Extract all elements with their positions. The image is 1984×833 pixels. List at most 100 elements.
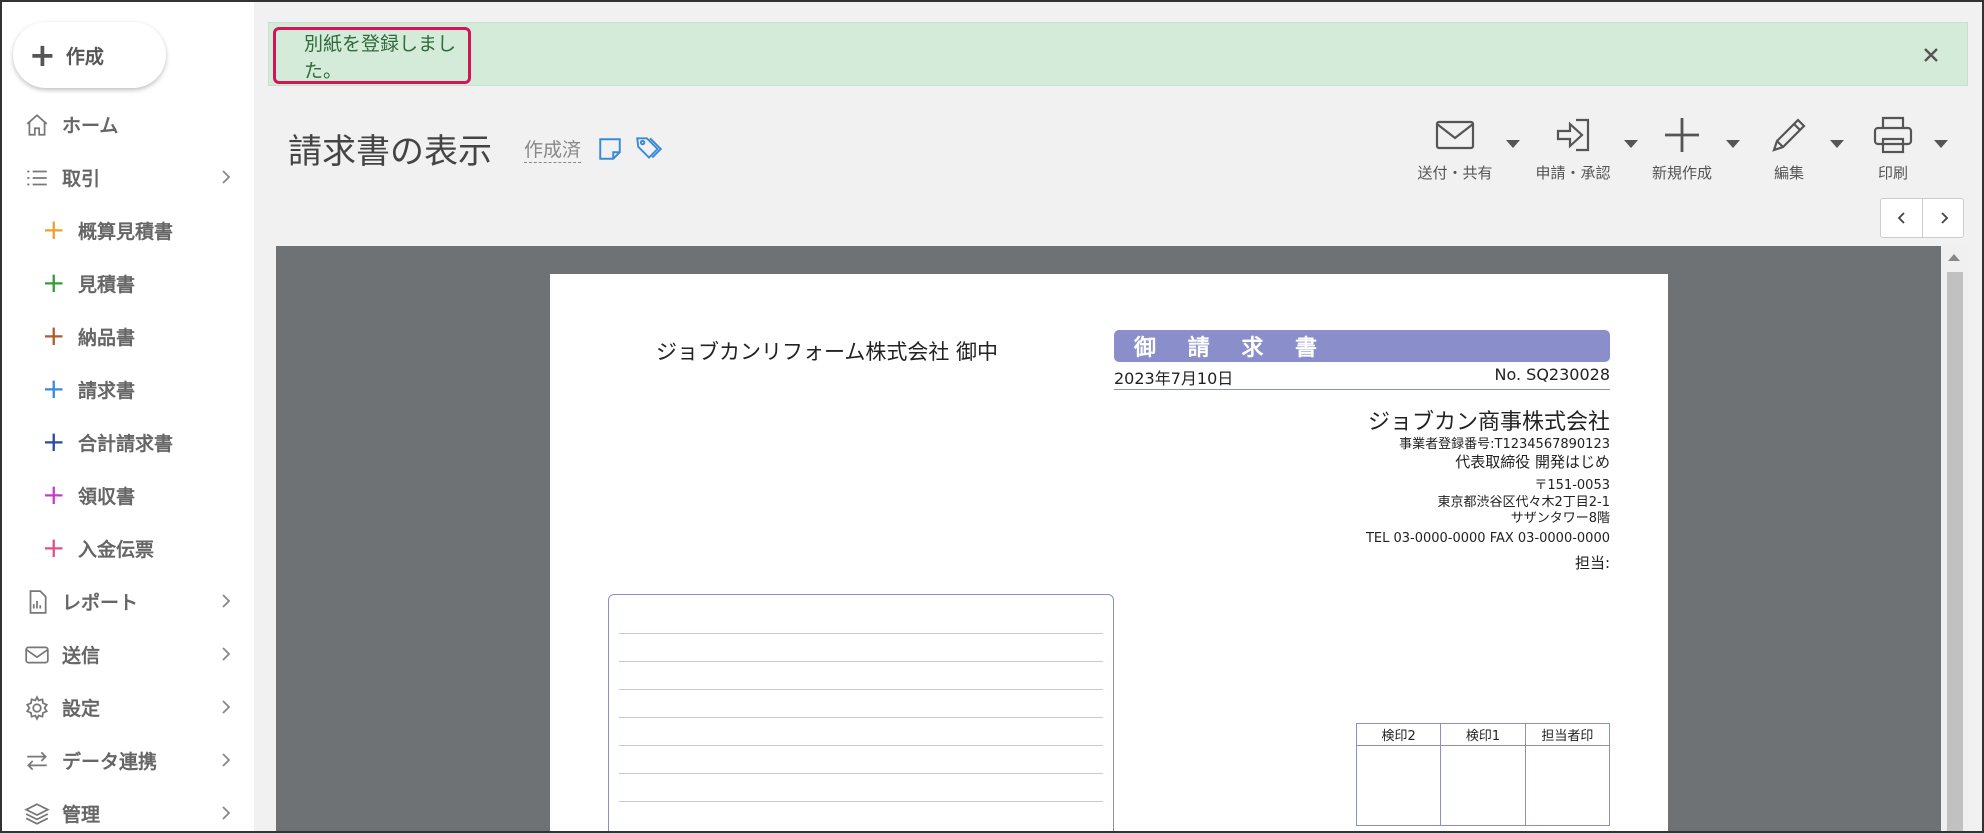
- sync-icon: [27, 751, 47, 771]
- sidebar-item-data-link[interactable]: データ連携: [2, 740, 254, 780]
- prev-page-button[interactable]: [1881, 199, 1923, 237]
- sidebar-item-transactions[interactable]: 取引: [2, 157, 254, 197]
- apply-dropdown-caret[interactable]: [1624, 140, 1638, 148]
- send-share-label: 送付・共有: [1417, 164, 1493, 182]
- create-button[interactable]: + 作成: [13, 22, 166, 88]
- page-navigator: [1880, 198, 1964, 238]
- scroll-up-arrow[interactable]: [1948, 254, 1960, 261]
- client-name: ジョブカンリフォーム株式会社 御中: [656, 340, 999, 364]
- sidebar-subitem-receipt[interactable]: + 領収書: [2, 475, 254, 515]
- sidebar-subitem-delivery[interactable]: + 納品書: [2, 316, 254, 356]
- representative: 代表取締役 開発はじめ: [1455, 453, 1610, 471]
- sidebar-item-label: 管理: [62, 803, 101, 826]
- alert-message: 別紙を登録しました。: [273, 27, 471, 84]
- sidebar-subitem-rough-estimate[interactable]: + 概算見積書: [2, 210, 254, 250]
- address-line-2: サザンタワー8階: [1510, 511, 1610, 526]
- next-page-button[interactable]: [1923, 199, 1965, 237]
- note-line: [619, 773, 1103, 774]
- status-badge[interactable]: 作成済: [524, 135, 582, 163]
- sidebar: + 作成 ホーム 取引 + 概算見積書 + 見積書 + 納品書 + 請求書 + …: [2, 2, 254, 831]
- apply-approve-button[interactable]: 申請・承認: [1530, 112, 1616, 184]
- sidebar-item-label: 設定: [62, 697, 101, 720]
- login-icon: [1556, 118, 1590, 152]
- mail-icon: [1435, 120, 1475, 150]
- send-share-button[interactable]: 送付・共有: [1412, 112, 1498, 184]
- mail-icon: [25, 646, 49, 664]
- document-number: No. SQ230028: [1494, 365, 1610, 384]
- gear-icon: [25, 695, 49, 721]
- sidebar-item-label: 取引: [62, 167, 101, 190]
- stamp-table: 検印2 検印1 担当者印: [1355, 723, 1611, 826]
- tag-icon[interactable]: [634, 134, 664, 164]
- stamp-cell: [1355, 745, 1442, 826]
- stamp-cell: [1440, 745, 1526, 826]
- page-title: 請求書の表示: [288, 132, 492, 172]
- sidebar-subitem-label: 見積書: [78, 273, 136, 296]
- tel-fax: TEL 03-0000-0000 FAX 03-0000-0000: [1365, 531, 1610, 546]
- sidebar-item-home[interactable]: ホーム: [2, 104, 254, 144]
- divider: [1114, 389, 1610, 390]
- plus-icon: +: [42, 213, 66, 246]
- edit-dropdown-caret[interactable]: [1830, 140, 1844, 148]
- plus-icon: +: [42, 531, 66, 564]
- registration-number: 事業者登録番号:T1234567890123: [1399, 437, 1610, 452]
- edit-button[interactable]: 編集: [1746, 112, 1832, 184]
- new-create-button[interactable]: 新規作成: [1639, 112, 1725, 184]
- sidebar-subitem-label: 領収書: [78, 485, 136, 508]
- chevron-right-icon: [222, 753, 231, 767]
- notes-box: [608, 594, 1114, 833]
- sidebar-subitem-invoice[interactable]: + 請求書: [2, 369, 254, 409]
- sidebar-item-label: ホーム: [62, 114, 119, 137]
- note-line: [619, 717, 1103, 718]
- sidebar-subitem-estimate[interactable]: + 見積書: [2, 263, 254, 303]
- sidebar-item-label: データ連携: [62, 750, 158, 773]
- sidebar-subitem-total-invoice[interactable]: + 合計請求書: [2, 422, 254, 462]
- issuer-company: ジョブカン商事株式会社: [1367, 410, 1610, 435]
- pencil-icon: [1772, 118, 1806, 152]
- report-icon: [29, 590, 47, 614]
- plus-icon: +: [42, 478, 66, 511]
- sidebar-subitem-payment-slip[interactable]: + 入金伝票: [2, 528, 254, 568]
- scroll-thumb[interactable]: [1947, 272, 1963, 831]
- print-dropdown-caret[interactable]: [1934, 140, 1948, 148]
- print-button[interactable]: 印刷: [1850, 112, 1936, 184]
- success-alert: 別紙を登録しました。: [268, 22, 1968, 86]
- vertical-scrollbar[interactable]: [1941, 246, 1968, 831]
- sidebar-subitem-label: 請求書: [78, 379, 136, 402]
- chevron-right-icon: [1941, 212, 1949, 224]
- list-icon: [27, 170, 47, 186]
- invoice-page: ジョブカンリフォーム株式会社 御中 御 請 求 書 2023年7月10日 No.…: [550, 274, 1668, 833]
- sidebar-subitem-label: 納品書: [78, 326, 136, 349]
- sidebar-item-settings[interactable]: 設定: [2, 687, 254, 727]
- sidebar-subitem-label: 概算見積書: [78, 220, 174, 243]
- document-viewer[interactable]: ジョブカンリフォーム株式会社 御中 御 請 求 書 2023年7月10日 No.…: [276, 246, 1968, 833]
- document-title: 御 請 求 書: [1114, 330, 1610, 362]
- plus-icon: +: [42, 425, 66, 458]
- printer-icon: [1873, 116, 1913, 154]
- stamp-header: 検印1: [1440, 723, 1526, 746]
- sidebar-subitem-label: 入金伝票: [78, 538, 155, 561]
- new-dropdown-caret[interactable]: [1726, 140, 1740, 148]
- sidebar-item-label: 送信: [62, 644, 101, 667]
- memo-icon[interactable]: [597, 136, 623, 162]
- sidebar-subitem-label: 合計請求書: [78, 432, 174, 455]
- plus-icon: +: [42, 372, 66, 405]
- plus-icon: +: [42, 319, 66, 352]
- chevron-right-icon: [222, 700, 231, 714]
- note-line: [619, 633, 1103, 634]
- sidebar-item-send[interactable]: 送信: [2, 634, 254, 674]
- chevron-right-icon: [222, 647, 231, 661]
- sidebar-item-label: レポート: [62, 591, 139, 614]
- stamp-cell: [1524, 745, 1611, 826]
- note-line: [619, 745, 1103, 746]
- close-icon[interactable]: [1920, 44, 1942, 66]
- sidebar-item-report[interactable]: レポート: [2, 581, 254, 621]
- create-label: 作成: [65, 45, 104, 68]
- note-line: [619, 689, 1103, 690]
- sidebar-item-admin[interactable]: 管理: [2, 793, 254, 833]
- new-create-label: 新規作成: [1651, 164, 1712, 182]
- home-icon: [26, 114, 48, 136]
- send-dropdown-caret[interactable]: [1506, 140, 1520, 148]
- stamp-header: 担当者印: [1524, 723, 1611, 746]
- chevron-right-icon: [222, 806, 231, 820]
